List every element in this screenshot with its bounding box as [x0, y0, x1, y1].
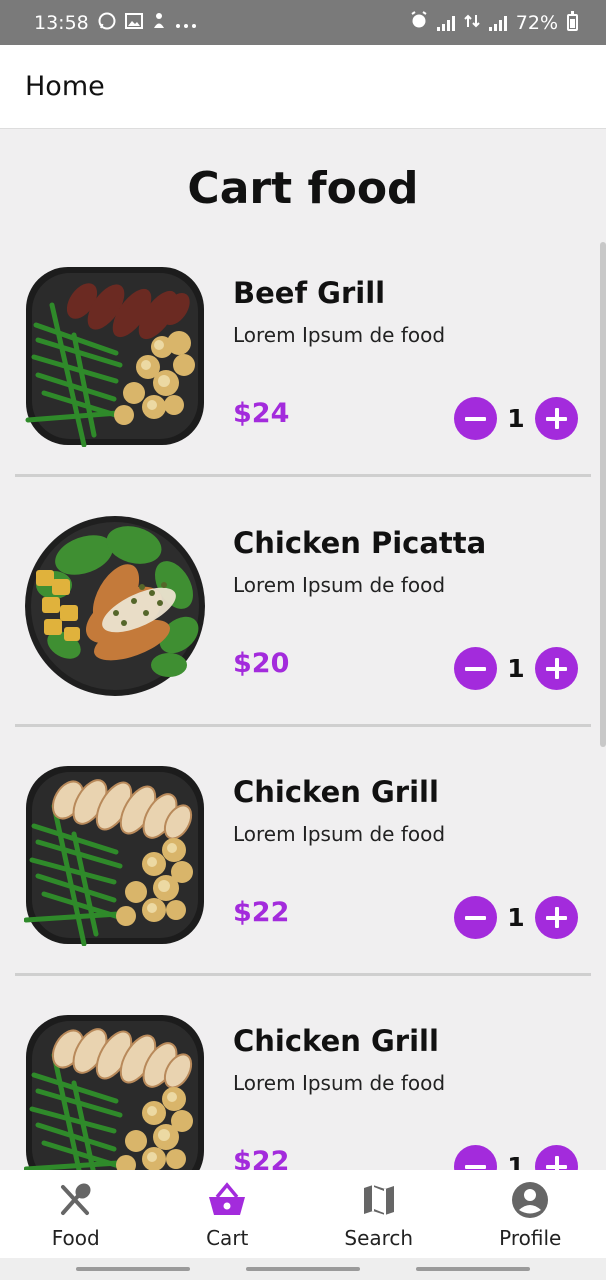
whatsapp-icon: [98, 12, 116, 34]
scrollbar-thumb[interactable]: [600, 242, 606, 747]
decrease-quantity-button[interactable]: [454, 896, 497, 939]
divider: [15, 724, 591, 727]
app-bar-title: Home: [25, 71, 105, 102]
cart-list[interactable]: Beef Grill Lorem Ipsum de food $24 1 Chi…: [0, 245, 606, 1170]
chicken-grill-image: [23, 1013, 206, 1170]
item-description: Lorem Ipsum de food: [233, 1071, 446, 1095]
app-bar: Home: [0, 45, 606, 129]
nav-label: Cart: [206, 1226, 249, 1250]
data-icon: [464, 12, 480, 34]
item-price: $22: [233, 897, 290, 928]
beef-grill-image: [24, 265, 206, 448]
map-icon: [359, 1180, 399, 1220]
status-bar: 13:58 72%: [0, 0, 606, 45]
item-price: $20: [233, 648, 290, 679]
item-price: $22: [233, 1146, 290, 1170]
item-description: Lorem Ipsum de food: [233, 822, 446, 846]
signal-icon: [436, 15, 455, 31]
quantity-stepper: 1: [454, 1145, 578, 1170]
food-icon: [56, 1180, 96, 1220]
notification-icon: [152, 11, 166, 34]
chicken-grill-image: [23, 764, 206, 947]
item-name: Chicken Picatta: [233, 526, 487, 560]
quantity-stepper: 1: [454, 896, 578, 939]
divider: [15, 973, 591, 976]
alarm-icon: [410, 11, 428, 34]
cart-item: Chicken Grill Lorem Ipsum de food $22 1: [0, 744, 606, 994]
gallery-icon: [124, 12, 143, 34]
battery-icon: [567, 11, 578, 31]
page-title: Cart food: [187, 163, 419, 214]
cart-item: Chicken Grill Lorem Ipsum de food $22 1: [0, 993, 606, 1170]
cart-icon: [207, 1180, 247, 1220]
increase-quantity-button[interactable]: [535, 647, 578, 690]
item-name: Chicken Grill: [233, 1024, 439, 1058]
item-name: Beef Grill: [233, 276, 386, 310]
nav-item-food[interactable]: Food: [0, 1170, 152, 1258]
item-name: Chicken Grill: [233, 775, 439, 809]
decrease-quantity-button[interactable]: [454, 1145, 497, 1170]
increase-quantity-button[interactable]: [535, 397, 578, 440]
divider: [15, 474, 591, 477]
chicken-picatta-image: [24, 515, 206, 697]
status-time: 13:58: [34, 11, 89, 34]
item-price: $24: [233, 398, 290, 429]
item-description: Lorem Ipsum de food: [233, 323, 446, 347]
nav-item-cart[interactable]: Cart: [152, 1170, 304, 1258]
quantity-value: 1: [507, 903, 525, 932]
nav-label: Search: [344, 1226, 414, 1250]
decrease-quantity-button[interactable]: [454, 647, 497, 690]
system-gesture-bar: [0, 1258, 606, 1280]
item-description: Lorem Ipsum de food: [233, 573, 446, 597]
nav-label: Food: [51, 1226, 100, 1250]
quantity-value: 1: [507, 1152, 525, 1170]
nav-item-profile[interactable]: Profile: [455, 1170, 606, 1258]
battery-percent: 72%: [515, 11, 558, 34]
quantity-value: 1: [507, 654, 525, 683]
signal-icon: [488, 15, 507, 31]
increase-quantity-button[interactable]: [535, 896, 578, 939]
quantity-stepper: 1: [454, 397, 578, 440]
cart-item: Chicken Picatta Lorem Ipsum de food $20 …: [0, 495, 606, 745]
increase-quantity-button[interactable]: [535, 1145, 578, 1170]
nav-item-search[interactable]: Search: [303, 1170, 455, 1258]
quantity-stepper: 1: [454, 647, 578, 690]
bottom-navigation: Food Cart Search Profile: [0, 1170, 606, 1258]
more-icon: [175, 12, 197, 34]
decrease-quantity-button[interactable]: [454, 397, 497, 440]
cart-item: Beef Grill Lorem Ipsum de food $24 1: [0, 245, 606, 495]
quantity-value: 1: [507, 404, 525, 433]
profile-icon: [510, 1180, 550, 1220]
nav-label: Profile: [499, 1226, 562, 1250]
